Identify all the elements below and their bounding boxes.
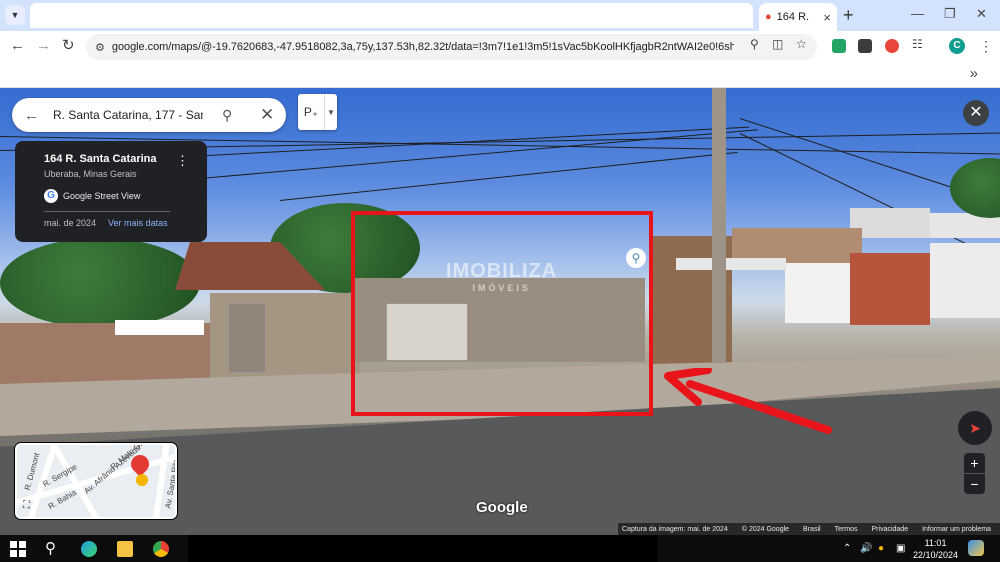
- url-text[interactable]: google.com/maps/@-19.7620683,-47.9518082…: [112, 41, 734, 53]
- card-title: 164 R. Santa Catarina: [44, 153, 157, 165]
- file-explorer-icon[interactable]: [117, 541, 133, 557]
- tray-chevron-icon[interactable]: ⌃: [843, 543, 851, 554]
- extension-check-icon[interactable]: [832, 39, 846, 53]
- shop-facade: [850, 253, 930, 325]
- compass-icon[interactable]: ➤: [958, 411, 992, 445]
- browser-menu-icon[interactable]: ⋮: [979, 38, 993, 55]
- street-view-canvas[interactable]: IMOBILIZA IMÓVEIS ⚲ ← R. Santa Catarina,…: [0, 88, 1000, 535]
- copyright-label: © 2024 Google: [741, 525, 790, 533]
- card-provider: G Google Street View: [44, 189, 193, 203]
- distant-building: [850, 208, 930, 238]
- bookmarks-overflow-icon[interactable]: »: [970, 65, 978, 82]
- back-arrow-icon[interactable]: ←: [24, 107, 39, 124]
- search-icon[interactable]: ⚲: [222, 107, 232, 124]
- expand-icon[interactable]: ⛶: [23, 500, 30, 511]
- search-box[interactable]: ← R. Santa Catarina, 177 - Santa R ⚲ ✕: [12, 98, 286, 132]
- new-tab-button[interactable]: +: [843, 6, 854, 24]
- window-close-icon[interactable]: ✕: [976, 7, 987, 21]
- report-link[interactable]: Informar um problema: [922, 526, 991, 533]
- restore-icon[interactable]: ❐: [944, 7, 956, 21]
- extension-red-icon[interactable]: [885, 39, 899, 53]
- tab-search-button[interactable]: ▼: [5, 5, 25, 25]
- zoom-in-button[interactable]: +: [964, 453, 985, 473]
- install-app-icon[interactable]: ◫: [772, 37, 783, 51]
- address-bar[interactable]: ⚙ google.com/maps/@-19.7620683,-47.95180…: [86, 34, 817, 60]
- bookmarks-bar: »: [0, 61, 1000, 88]
- terms-link[interactable]: Termos: [835, 526, 858, 533]
- tray-app-icon[interactable]: ●: [878, 543, 884, 554]
- privacy-link[interactable]: Privacidade: [872, 526, 909, 533]
- card-subtitle: Uberaba, Minas Gerais: [44, 169, 137, 179]
- provider-label: Google Street View: [63, 191, 141, 201]
- house-gate: [228, 303, 266, 373]
- utility-pole: [712, 88, 726, 362]
- capture-date-label: Captura da imagem: mai. de 2024: [622, 525, 728, 533]
- volume-icon[interactable]: 🔊: [860, 543, 872, 554]
- bookmark-star-icon[interactable]: ☆: [796, 37, 807, 51]
- taskbar-empty-area: [188, 535, 658, 562]
- search-icon[interactable]: ⚲: [45, 539, 61, 557]
- browser-toolbar: ← → ↻ ⚙ google.com/maps/@-19.7620683,-47…: [0, 31, 1000, 61]
- edge-icon[interactable]: [81, 541, 97, 557]
- pegman-icon: [136, 474, 148, 486]
- location-icon[interactable]: ⚲: [750, 37, 759, 51]
- tab-title: 164 R.: [776, 11, 810, 23]
- shop-facade: [785, 263, 855, 323]
- chrome-icon[interactable]: [153, 541, 169, 557]
- pegman-icon: P₊: [303, 105, 319, 119]
- widgets-icon[interactable]: [968, 540, 984, 556]
- forward-arrow-icon[interactable]: →: [36, 38, 51, 54]
- redacted-sign: [115, 320, 204, 335]
- pegman-toggle[interactable]: P₊ ▼: [298, 94, 337, 130]
- close-icon[interactable]: ✕: [260, 105, 274, 125]
- capture-date: mai. de 2024: [44, 218, 97, 228]
- network-icon[interactable]: ▣: [896, 543, 905, 554]
- card-divider: [44, 211, 170, 212]
- highlight-rectangle: [351, 211, 653, 416]
- card-menu-icon[interactable]: ⋮: [176, 153, 189, 169]
- back-arrow-icon[interactable]: ←: [10, 38, 25, 54]
- chevron-down-icon: ▼: [10, 10, 20, 20]
- maps-favicon-icon: ●: [765, 11, 772, 23]
- extension-dark-icon[interactable]: [858, 39, 872, 53]
- windows-start-icon[interactable]: [10, 541, 26, 557]
- clock-time: 11:01: [924, 538, 947, 548]
- extensions-puzzle-icon[interactable]: ☷: [912, 37, 923, 51]
- reload-icon[interactable]: ↻: [62, 38, 75, 54]
- search-input[interactable]: R. Santa Catarina, 177 - Santa R: [53, 108, 203, 122]
- highlight-arrow: [664, 368, 832, 434]
- tab-strip-blank-area: [30, 3, 753, 28]
- site-settings-icon[interactable]: ⚙: [95, 41, 105, 54]
- tab-maps[interactable]: ● 164 R. ×: [759, 3, 837, 31]
- minimap[interactable]: R. Dumont R. Sergipe R. Bahia Av. Afrâni…: [15, 443, 177, 519]
- country-link[interactable]: Brasil: [803, 526, 821, 533]
- chevron-down-icon[interactable]: ▼: [324, 94, 337, 130]
- close-street-view-icon[interactable]: ✕: [963, 100, 989, 126]
- location-card: 164 R. Santa Catarina Uberaba, Minas Ger…: [15, 141, 207, 242]
- shop-awning: [676, 258, 786, 270]
- more-dates-link[interactable]: Ver mais datas: [108, 218, 168, 228]
- tab-close-icon[interactable]: ×: [823, 10, 831, 25]
- profile-avatar[interactable]: C: [949, 38, 965, 54]
- zoom-control: + −: [964, 453, 985, 494]
- tree: [0, 238, 200, 328]
- clock-date: 22/10/2024: [913, 550, 959, 560]
- google-logo: Google: [476, 499, 528, 516]
- system-clock[interactable]: 11:01 22/10/2024: [913, 537, 958, 561]
- zoom-out-button[interactable]: −: [964, 474, 985, 494]
- tab-strip: ▼ ● 164 R. × + — ❐ ✕: [0, 0, 1000, 31]
- taskbar: ⚲ ⌃ 🔊 ● ▣ 11:01 22/10/2024: [0, 535, 1000, 562]
- shop-facade: [930, 243, 1000, 318]
- minimize-icon[interactable]: —: [911, 7, 924, 21]
- google-g-icon: G: [44, 189, 58, 203]
- attribution-bar: Captura da imagem: mai. de 2024 © 2024 G…: [618, 523, 1000, 535]
